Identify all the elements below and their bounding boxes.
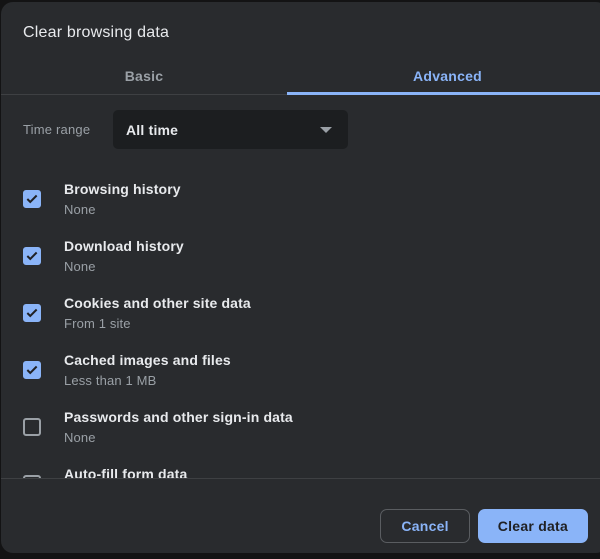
passwords-checkbox[interactable]	[23, 418, 41, 436]
dropdown-arrow-icon	[320, 127, 332, 133]
download-history-checkbox[interactable]	[23, 247, 41, 265]
check-icon	[25, 306, 39, 320]
row-browsing-history[interactable]: Browsing history None	[1, 170, 600, 227]
row-sublabel: None	[64, 258, 184, 275]
dialog-header: Clear browsing data	[1, 2, 600, 44]
cancel-button[interactable]: Cancel	[380, 509, 469, 543]
time-range-select[interactable]: All time	[113, 110, 348, 149]
row-passwords-sign-in[interactable]: Passwords and other sign-in data None	[1, 398, 600, 455]
data-type-list: Browsing history None Download history N…	[1, 170, 600, 478]
tab-advanced[interactable]: Advanced	[287, 57, 600, 94]
tab-bar: Basic Advanced	[1, 57, 600, 95]
time-range-selected-value: All time	[126, 122, 178, 138]
dialog-title: Clear browsing data	[23, 22, 600, 44]
row-cookies-site-data[interactable]: Cookies and other site data From 1 site	[1, 284, 600, 341]
row-autofill-form-data[interactable]: Auto-fill form data	[1, 455, 600, 478]
row-label: Cookies and other site data	[64, 294, 251, 312]
row-label: Cached images and files	[64, 351, 231, 369]
dialog-footer: Cancel Clear data	[1, 478, 600, 553]
cached-images-checkbox[interactable]	[23, 361, 41, 379]
time-range-row: Time range All time	[23, 110, 600, 149]
row-label: Passwords and other sign-in data	[64, 408, 293, 426]
row-label: Auto-fill form data	[64, 465, 187, 479]
row-cached-images-files[interactable]: Cached images and files Less than 1 MB	[1, 341, 600, 398]
row-label: Browsing history	[64, 180, 181, 198]
check-icon	[25, 363, 39, 377]
cookies-checkbox[interactable]	[23, 304, 41, 322]
browsing-history-checkbox[interactable]	[23, 190, 41, 208]
row-sublabel: None	[64, 201, 181, 218]
row-sublabel: Less than 1 MB	[64, 372, 231, 389]
dialog-content: Time range All time Browsing history Non…	[1, 95, 600, 478]
time-range-label: Time range	[23, 122, 113, 137]
check-icon	[25, 192, 39, 206]
row-download-history[interactable]: Download history None	[1, 227, 600, 284]
tab-basic[interactable]: Basic	[1, 57, 287, 94]
clear-data-button[interactable]: Clear data	[478, 509, 588, 543]
row-sublabel: None	[64, 429, 293, 446]
check-icon	[25, 249, 39, 263]
row-label: Download history	[64, 237, 184, 255]
clear-browsing-data-dialog: Clear browsing data Basic Advanced Time …	[1, 2, 600, 553]
row-sublabel: From 1 site	[64, 315, 251, 332]
